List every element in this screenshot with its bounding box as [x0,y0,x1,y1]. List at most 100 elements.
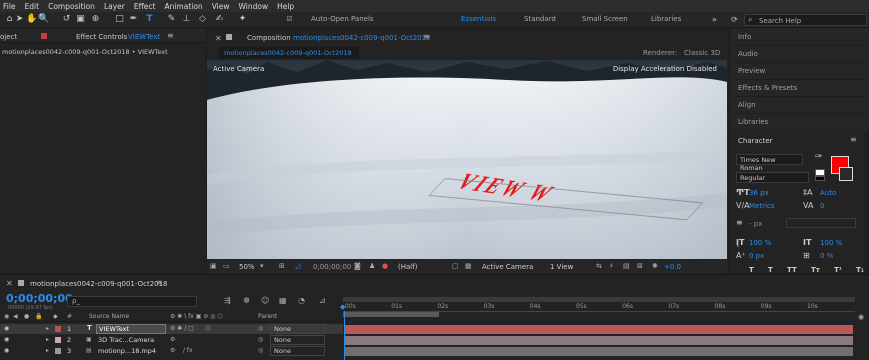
tracking-value[interactable]: 0 [820,202,824,210]
renderer-value[interactable]: Classic 3D [684,49,720,57]
eye-icon[interactable]: ◉ [4,325,9,332]
workspace-small-screen[interactable]: Small Screen [582,15,628,23]
rotate-tool-icon[interactable]: ↺ [61,14,72,25]
timeline-timecode[interactable]: 0;00;00;00 [6,292,73,305]
time-ruler[interactable]: 00s 01s 02s 03s 04s 05s 06s 07s 08s 09s 10s [343,302,855,312]
eraser-tool-icon[interactable]: ◇ [197,14,208,25]
layer-switches[interactable]: ⚙ / fx [170,347,193,354]
close-icon[interactable]: ✕ [6,279,13,288]
parent-dropdown[interactable]: None [270,324,325,334]
workspace-libraries[interactable]: Libraries [651,15,681,23]
timeline-search-field[interactable]: ρ_ [67,296,197,307]
workspace-essentials[interactable]: Essentials [461,15,496,23]
resolution-dropdown[interactable]: (Half) [398,263,417,271]
menu-animation[interactable]: Animation [164,2,202,11]
expand-triangle-icon[interactable]: ▸ [46,325,49,332]
layer-duration-bar[interactable] [345,347,853,356]
eye-icon[interactable]: ◉ [4,336,9,343]
tab-composition-name[interactable]: motionplaces0042-c009-q001-Oct2018 [293,34,431,42]
parent-pickwhip-icon[interactable]: ◎ [258,347,263,354]
layer-name[interactable]: 3D Trac...Camera [98,336,154,344]
black-swatch[interactable] [815,176,825,181]
camera-tool-icon[interactable]: ▣ [75,14,86,25]
character-scrollbar[interactable] [865,132,869,273]
hand-tool-icon[interactable]: ✋ [26,14,37,25]
clone-stamp-tool-icon[interactable]: ⊥ [181,14,192,25]
menu-help[interactable]: Help [277,2,294,11]
tab-effect-controls[interactable]: Effect Controls [76,33,127,41]
effect-controls-lock-icon[interactable] [41,33,47,39]
roto-brush-tool-icon[interactable]: ✍ [214,14,225,25]
menu-composition[interactable]: Composition [48,2,95,11]
motion-blur-icon[interactable]: ◔ [298,296,305,305]
vertical-scale-value[interactable]: 100 % [749,239,771,247]
transparency-grid-icon[interactable]: ▦ [465,262,472,270]
current-time[interactable]: 0;00;00;00 [313,263,351,271]
menu-view[interactable]: View [212,2,230,11]
sync-icon[interactable]: ⟳ [729,14,740,25]
font-size-value[interactable]: 36 px [749,189,769,197]
selection-tool-icon[interactable]: ➤ [14,14,25,25]
parent-pickwhip-icon[interactable]: ◎ [258,336,263,343]
timeline-menu-icon[interactable]: ≡ [156,278,163,287]
layer-name[interactable]: VIEWText [96,324,166,334]
menu-effect[interactable]: Effect [134,2,156,11]
view-dropdown[interactable]: Active Camera [482,263,533,271]
stroke-width-value[interactable]: - px [749,220,762,228]
fast-previews-icon[interactable]: ⚡ [609,262,614,270]
kerning-value[interactable]: Metrics [749,202,774,210]
layer-switches[interactable]: ⚙ [170,336,175,343]
faux-italic-icon[interactable]: T [768,266,773,274]
auto-open-checkbox[interactable]: ☑ [284,14,295,25]
leading-value[interactable]: Auto [820,189,836,197]
font-family-dropdown[interactable]: Times New Roman [736,154,803,172]
eyedropper-icon[interactable]: ✑ [815,152,823,162]
layer-label-color[interactable] [55,348,61,354]
expand-triangle-icon[interactable]: ▸ [46,336,49,343]
timeline-icon[interactable]: ▤ [623,262,630,270]
flowchart-icon[interactable]: ⊠ [637,262,643,270]
timeline-comp-tab[interactable]: motionplaces0042-c009-q001-Oct2018 [30,280,168,288]
layer-duration-bar[interactable] [345,325,853,334]
layer-label-color[interactable] [55,326,61,332]
panel-effects-presets[interactable]: Effects & Presets [731,80,869,97]
composition-viewer[interactable]: Active Camera Display Acceleration Disab… [207,60,727,259]
all-caps-icon[interactable]: TT [787,266,797,274]
rectangle-tool-icon[interactable]: □ [114,14,125,25]
puppet-tool-icon[interactable]: ✦ [237,14,248,25]
layer-row[interactable]: ◉ ▸ 2 ▣ 3D Trac...Camera ⚙ ◎ None [0,335,343,345]
panel-menu-icon[interactable]: ≡ [167,31,174,40]
horizontal-scale-value[interactable]: 100 % [820,239,842,247]
workspace-overflow-icon[interactable]: » [709,14,720,25]
draft-3d-icon[interactable]: ☸ [243,296,250,305]
comp-subtab[interactable]: motionplaces0042-c009-q001-Oct2018 [219,47,359,59]
comp-button-icon[interactable]: ◉ [858,313,864,321]
work-area-bar[interactable] [343,312,439,317]
zoom-level[interactable]: 50% [239,263,255,271]
parent-dropdown[interactable]: None [270,335,325,345]
lock-icon[interactable] [226,34,232,40]
region-of-interest-icon[interactable]: ▢ [452,262,459,270]
type-tool-icon[interactable]: T [144,14,155,25]
pan-behind-tool-icon[interactable]: ⊕ [90,14,101,25]
layer-row[interactable]: ◉ ▸ 1 T VIEWText ⚙ ✱ / □ ⬡ ◎ None [0,324,343,334]
search-help-field[interactable]: ⌕ Search Help [744,14,867,26]
reset-exposure-icon[interactable]: ✺ [652,262,658,270]
baseline-shift-value[interactable]: 0 px [749,252,764,260]
workspace-standard[interactable]: Standard [524,15,556,23]
layer-label-color[interactable] [55,337,61,343]
small-caps-icon[interactable]: Tт [811,266,820,274]
panel-preview[interactable]: Preview [731,63,869,80]
shy-layers-icon[interactable]: ☺ [261,296,269,305]
panel-info[interactable]: Info [731,29,869,46]
layer-row[interactable]: ◉ ▸ 3 ▤ motionp...18.mp4 ⚙ / fx ◎ None [0,346,343,356]
stroke-color-swatch[interactable] [839,167,853,181]
stroke-style-dropdown[interactable] [786,218,856,228]
monitor-icon[interactable]: ▭ [223,262,230,270]
menu-edit[interactable]: Edit [25,2,40,11]
tsume-value[interactable]: 0 % [820,252,833,260]
always-preview-icon[interactable]: ▣ [210,262,217,270]
layer-duration-bar[interactable] [345,336,853,345]
menu-layer[interactable]: Layer [104,2,125,11]
expand-triangle-icon[interactable]: ▸ [46,347,49,354]
